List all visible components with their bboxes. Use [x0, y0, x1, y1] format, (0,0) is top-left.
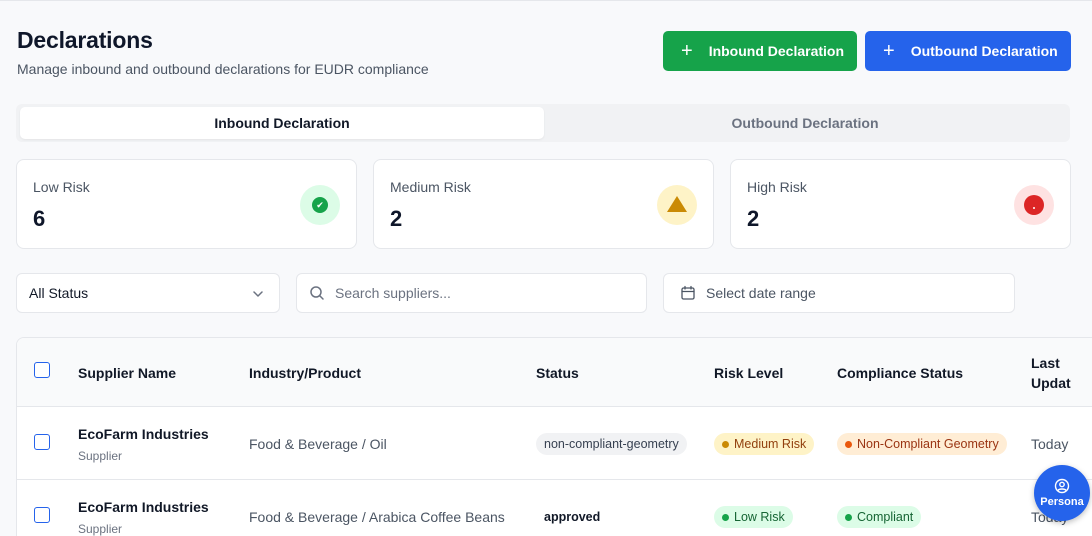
select-all-checkbox[interactable] [34, 362, 50, 378]
last-updated: Today [1031, 436, 1069, 452]
declaration-tabs: Inbound Declaration Outbound Declaration [16, 104, 1070, 142]
risk-level-badge: Low Risk [714, 506, 793, 528]
supplier-type: Supplier [78, 522, 123, 536]
column-industry-product[interactable]: Industry/Product [249, 365, 361, 381]
tab-inbound-declaration[interactable]: Inbound Declaration [20, 107, 544, 139]
status-select[interactable]: All Status [16, 273, 280, 313]
persona-label: Persona [1040, 496, 1084, 508]
declarations-table: Supplier Name Industry/Product Status Ri… [16, 337, 1092, 536]
check-circle-icon: ✔ [300, 185, 340, 225]
risk-level-label: Low Risk [734, 510, 785, 524]
card-value: 2 [390, 206, 403, 231]
dot-icon [845, 513, 852, 521]
add-inbound-declaration-button[interactable]: + Inbound Declaration [663, 31, 857, 71]
column-status[interactable]: Status [536, 365, 579, 381]
high-risk-card: High Risk 2 [730, 159, 1071, 249]
status-badge-label: non-compliant-geometry [544, 437, 679, 451]
column-compliance-status[interactable]: Compliance Status [837, 365, 963, 381]
card-label: High Risk [747, 179, 807, 195]
column-risk-level[interactable]: Risk Level [714, 365, 783, 381]
warning-triangle-icon [657, 185, 697, 225]
row-checkbox[interactable] [34, 434, 50, 450]
supplier-type: Supplier [78, 449, 123, 463]
supplier-name: EcoFarm Industries [78, 499, 209, 515]
add-inbound-declaration-label: Inbound Declaration [708, 43, 845, 59]
add-outbound-declaration-button[interactable]: + Outbound Declaration [865, 31, 1071, 71]
dot-icon [845, 440, 852, 448]
dot-icon [722, 440, 729, 448]
card-value: 6 [33, 206, 46, 231]
compliance-badge: Non-Compliant Geometry [837, 433, 1007, 455]
supplier-name: EcoFarm Industries [78, 426, 209, 442]
page-title: Declarations [17, 27, 153, 53]
risk-level-label: Medium Risk [734, 437, 807, 451]
risk-level-badge: Medium Risk [714, 433, 815, 455]
status-badge: approved [536, 506, 608, 528]
search-icon [310, 286, 324, 300]
industry-product: Food & Beverage / Oil [249, 436, 387, 452]
compliance-label: Non-Compliant Geometry [857, 437, 999, 451]
low-risk-card: Low Risk 6 ✔ [16, 159, 357, 249]
compliance-badge: Compliant [837, 506, 922, 528]
search-input[interactable]: Search suppliers... [296, 273, 647, 313]
industry-product: Food & Beverage / Arabica Coffee Beans [249, 509, 505, 525]
page-subtitle: Manage inbound and outbound declarations… [17, 61, 429, 77]
plus-icon: + [681, 40, 693, 62]
plus-icon: + [883, 40, 895, 62]
compliance-label: Compliant [857, 510, 914, 524]
card-value: 2 [747, 206, 760, 231]
row-checkbox[interactable] [34, 507, 50, 523]
status-select-value: All Status [29, 285, 89, 301]
alert-circle-icon [1014, 185, 1054, 225]
column-last-updated-line1[interactable]: Last [1031, 355, 1060, 371]
status-badge: non-compliant-geometry [536, 433, 687, 455]
date-range-picker[interactable]: Select date range [663, 273, 1015, 313]
card-label: Medium Risk [390, 179, 471, 195]
table-row[interactable]: EcoFarm Industries Supplier Food & Bever… [17, 407, 1092, 480]
declarations-page: Declarations Manage inbound and outbound… [0, 0, 1092, 536]
column-supplier-name[interactable]: Supplier Name [78, 365, 176, 381]
medium-risk-card: Medium Risk 2 [373, 159, 714, 249]
tab-outbound-declaration[interactable]: Outbound Declaration [544, 107, 1066, 139]
search-placeholder: Search suppliers... [335, 285, 451, 301]
persona-button[interactable]: Persona [1034, 465, 1090, 521]
add-outbound-declaration-label: Outbound Declaration [910, 43, 1058, 59]
table-header: Supplier Name Industry/Product Status Ri… [17, 338, 1092, 407]
table-row[interactable]: EcoFarm Industries Supplier Food & Bever… [17, 480, 1092, 536]
card-label: Low Risk [33, 179, 90, 195]
date-range-placeholder: Select date range [706, 285, 816, 301]
user-circle-icon [1054, 478, 1070, 494]
dot-icon [722, 513, 729, 521]
calendar-icon [681, 285, 695, 300]
status-badge-label: approved [544, 510, 601, 524]
column-last-updated-line2[interactable]: Updat [1031, 375, 1071, 391]
chevron-down-icon [253, 291, 263, 297]
